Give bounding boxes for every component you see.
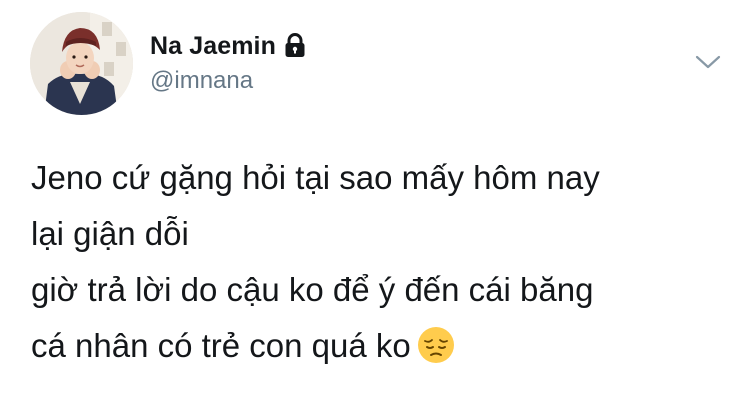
avatar[interactable] [30,12,133,115]
tweet-line: giờ trả lời do cậu ko để ý đến cái băng [31,271,594,308]
tweet-card: Na Jaemin @imnana Jeno cứ gặng hỏi tại s… [0,0,750,403]
handle[interactable]: @imnana [150,67,253,95]
avatar-photo [30,12,133,115]
display-name[interactable]: Na Jaemin [150,32,276,61]
lock-icon [284,33,306,59]
tweet-line: Jeno cứ gặng hỏi tại sao mấy hôm nay [31,159,600,196]
tweet-line-last: cá nhân có trẻ con quá ko [31,318,731,374]
tweet-line-text: cá nhân có trẻ con quá ko [31,327,411,364]
author-name-row: Na Jaemin [150,29,306,63]
tweet-line: lại giận dỗi [31,215,189,252]
chevron-down-icon[interactable] [694,51,722,73]
tweet-text: Jeno cứ gặng hỏi tại sao mấy hôm nay lại… [31,150,731,374]
pensive-face-emoji [417,325,455,363]
